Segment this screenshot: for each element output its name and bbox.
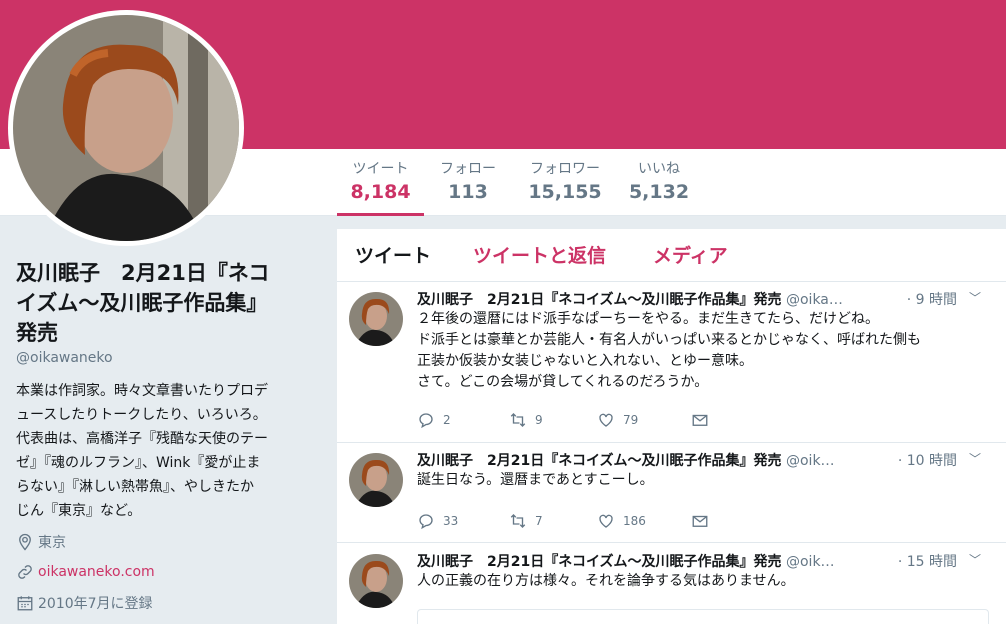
dm-button[interactable] xyxy=(691,411,709,429)
stat-following-value: 113 xyxy=(448,181,488,203)
location-text: 東京 xyxy=(38,535,66,551)
profile-card: 及川眠子 2月21日『ネコ イズム〜及川眠子作品集』 発売 @oikawanek… xyxy=(0,216,330,624)
profile-name-line: イズム〜及川眠子作品集』 xyxy=(16,291,268,315)
tweet-actions: 33 7 186 xyxy=(417,512,709,530)
website-link[interactable]: oikawaneko.com xyxy=(38,564,155,580)
tweet-text: ２年後の還暦にはド派手なぱーちーをやる。まだ生きてたら、だけどね。 ド派手とは豪… xyxy=(417,309,997,393)
chevron-down-icon[interactable]: ﹀ xyxy=(969,450,981,467)
tweet-line: ド派手とは豪華とか芸能人・有名人がいっぱい来るとかじゃなく、呼ばれた側も xyxy=(417,332,921,348)
retweet-count: 7 xyxy=(535,514,543,528)
envelope-icon xyxy=(692,414,708,426)
bio-line: ゼ』『魂のルフラン』、Wink『愛が止ま xyxy=(16,455,261,471)
tweet-avatar[interactable] xyxy=(349,554,403,608)
stat-following-label: フォロー xyxy=(440,161,496,177)
profile-location: 東京 xyxy=(16,532,66,552)
profile-name[interactable]: 及川眠子 2月21日『ネコ イズム〜及川眠子作品集』 発売 xyxy=(16,258,306,348)
stat-tweets[interactable]: ツイート 8,184 xyxy=(337,149,424,216)
reply-icon xyxy=(419,413,433,429)
reply-count: 2 xyxy=(443,413,451,427)
stat-tweets-label: ツイート xyxy=(352,161,409,177)
bio-line: 本業は作詞家。時々文章書いたりプロデ xyxy=(16,383,268,399)
stat-followers[interactable]: フォロワー 15,155 xyxy=(524,149,606,216)
profile-joined: 2010年7月に登録 xyxy=(16,593,153,613)
tweet-timestamp[interactable]: · 10 時間 xyxy=(898,450,957,470)
profile-name-line: 発売 xyxy=(16,321,58,345)
stat-tweets-value: 8,184 xyxy=(350,181,411,203)
chevron-down-icon[interactable]: ﹀ xyxy=(969,289,981,306)
timeline: ツイート ツイートと返信 メディア 及川眠子 2月21日『ネコイズム〜及川眠子作… xyxy=(337,229,1006,624)
like-button[interactable]: 186 xyxy=(597,512,691,530)
stat-likes-value: 5,132 xyxy=(628,181,690,203)
tweet-author-name[interactable]: 及川眠子 2月21日『ネコイズム〜及川眠子作品集』発売 xyxy=(417,554,782,570)
timeline-tabs: ツイート ツイートと返信 メディア xyxy=(337,229,1006,282)
stat-following[interactable]: フォロー 113 xyxy=(432,149,504,216)
avatar-photo xyxy=(13,15,239,241)
tab-tweets[interactable]: ツイート xyxy=(355,241,431,268)
tweet-item[interactable]: 及川眠子 2月21日『ネコイズム〜及川眠子作品集』発売 @oik… · 10 時… xyxy=(337,444,1006,543)
reply-count: 33 xyxy=(443,514,459,528)
reply-icon xyxy=(419,514,433,530)
tweet-author-handle[interactable]: @oik… xyxy=(786,554,835,570)
reply-button[interactable]: 33 xyxy=(417,512,509,530)
tweet-line: ２年後の還暦にはド派手なぱーちーをやる。まだ生きてたら、だけどね。 xyxy=(417,311,879,327)
tweet-avatar[interactable] xyxy=(349,292,403,346)
profile-avatar[interactable] xyxy=(8,10,244,246)
tweet-author-name[interactable]: 及川眠子 2月21日『ネコイズム〜及川眠子作品集』発売 xyxy=(417,453,782,469)
tweet-timestamp[interactable]: · 15 時間 xyxy=(898,551,957,571)
tweet-line: 正装か仮装か女装じゃないと入れない、とゆー意味。 xyxy=(417,353,753,369)
tweet-text: 人の正義の在り方は様々。それを論争する気はありません。 xyxy=(417,571,997,592)
like-count: 79 xyxy=(623,413,639,427)
joined-text: 2010年7月に登録 xyxy=(38,596,153,612)
tweet-header: 及川眠子 2月21日『ネコイズム〜及川眠子作品集』発売 @oik… · 10 時… xyxy=(417,450,997,470)
tab-media[interactable]: メディア xyxy=(653,241,728,268)
tweet-header: 及川眠子 2月21日『ネコイズム〜及川眠子作品集』発売 @oika… · 9 時… xyxy=(417,289,997,309)
stat-likes[interactable]: いいね 5,132 xyxy=(626,149,692,216)
tweet-author-handle[interactable]: @oik… xyxy=(786,453,835,469)
profile-website[interactable]: oikawaneko.com xyxy=(16,563,155,581)
tweet-text: 誕生日なう。還暦まであとすこーし。 xyxy=(417,470,997,491)
retweet-button[interactable]: 7 xyxy=(509,512,597,530)
calendar-icon xyxy=(17,596,33,611)
retweet-count: 9 xyxy=(535,413,543,427)
profile-bio: 本業は作詞家。時々文章書いたりプロデ ュースしたりトークしたり、いろいろ。 代表… xyxy=(16,379,306,523)
tweet-item[interactable]: 及川眠子 2月21日『ネコイズム〜及川眠子作品集』発売 @oik… · 15 時… xyxy=(337,545,1006,624)
retweet-button[interactable]: 9 xyxy=(509,411,597,429)
heart-icon xyxy=(599,413,613,427)
chevron-down-icon[interactable]: ﹀ xyxy=(969,551,981,568)
like-button[interactable]: 79 xyxy=(597,411,691,429)
tweet-media-preview[interactable] xyxy=(417,609,989,624)
stat-followers-label: フォロワー xyxy=(530,161,600,177)
tweet-item[interactable]: 及川眠子 2月21日『ネコイズム〜及川眠子作品集』発売 @oika… · 9 時… xyxy=(337,283,1006,443)
like-count: 186 xyxy=(623,514,646,528)
dm-button[interactable] xyxy=(691,512,709,530)
link-icon xyxy=(18,565,32,579)
location-pin-icon xyxy=(19,533,31,551)
tweet-line: 誕生日なう。還暦まであとすこーし。 xyxy=(417,472,654,488)
tweet-actions: 2 9 79 xyxy=(417,411,709,429)
heart-icon xyxy=(599,514,613,528)
tweet-line: さて。どこの会場が貸してくれるのだろうか。 xyxy=(417,374,709,390)
tweet-line: 人の正義の在り方は様々。それを論争する気はありません。 xyxy=(417,573,795,589)
stat-followers-value: 15,155 xyxy=(528,181,602,203)
profile-name-line: 及川眠子 2月21日『ネコ xyxy=(16,261,270,285)
retweet-icon xyxy=(510,413,526,427)
stat-likes-label: いいね xyxy=(638,161,680,177)
tweet-author-handle[interactable]: @oika… xyxy=(786,292,843,308)
bio-line: らない』『淋しい熱帯魚』、やしきたか xyxy=(16,479,254,495)
tweet-author-name[interactable]: 及川眠子 2月21日『ネコイズム〜及川眠子作品集』発売 xyxy=(417,292,782,308)
envelope-icon xyxy=(692,515,708,527)
tweet-header: 及川眠子 2月21日『ネコイズム〜及川眠子作品集』発売 @oik… · 15 時… xyxy=(417,551,997,571)
profile-handle[interactable]: @oikawaneko xyxy=(16,350,113,366)
bio-line: じん『東京』など。 xyxy=(16,503,142,519)
bio-line: 代表曲は、高橋洋子『残酷な天使のテー xyxy=(16,431,268,447)
tweet-timestamp[interactable]: · 9 時間 xyxy=(907,289,957,309)
reply-button[interactable]: 2 xyxy=(417,411,509,429)
tweet-avatar[interactable] xyxy=(349,453,403,507)
bio-line: ュースしたりトークしたり、いろいろ。 xyxy=(16,407,267,423)
retweet-icon xyxy=(510,514,526,528)
tab-tweets-replies[interactable]: ツイートと返信 xyxy=(473,241,606,268)
